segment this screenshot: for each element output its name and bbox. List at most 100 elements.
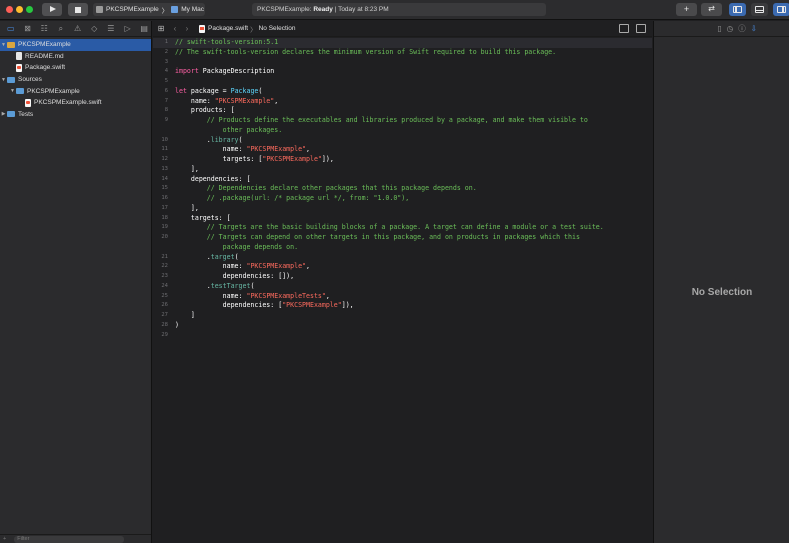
scheme-selector[interactable]: PKCSPMExample 〉 My Mac (93, 3, 205, 16)
disclosure-triangle-icon[interactable]: ▼ (0, 42, 7, 48)
line-number: 2 (164, 48, 168, 55)
toggle-inspector-button[interactable] (773, 3, 789, 16)
project-icon (7, 41, 15, 48)
line-number: 7 (164, 97, 168, 104)
tree-item[interactable]: ▼ PKCSPMExample (0, 85, 151, 97)
tree-item[interactable]: ▶ Tests (0, 109, 151, 121)
source-control-navigator-tab[interactable]: ⊠ (21, 23, 35, 35)
code-text: name: "PKCSPMExample", (175, 145, 310, 155)
history-icon[interactable]: ◷ (727, 24, 734, 33)
add-file-icon[interactable]: + (3, 536, 6, 542)
tree-item[interactable]: ▼ Sources (0, 74, 151, 86)
code-area[interactable]: 1 // swift-tools-version:5.1 2 // The swift… (153, 37, 652, 340)
code-token: . (175, 252, 211, 261)
forward-arrow-icon[interactable]: › (181, 24, 193, 33)
code-line: 22 name: "PKCSPMExample", (153, 262, 652, 272)
stop-button[interactable] (68, 3, 88, 16)
code-token: package = (186, 86, 231, 95)
folder-icon (7, 76, 15, 83)
back-arrow-icon[interactable]: ‹ (169, 24, 181, 33)
code-line: package depends on. (153, 243, 652, 253)
code-token: // Targets are the basic building blocks… (175, 223, 604, 232)
library-button[interactable]: + (676, 3, 697, 16)
jump-bar: ⊞ ‹ › Package.swift 〉 No Selection (153, 21, 652, 37)
code-token: ]), (341, 301, 354, 310)
no-selection-label: No Selection (691, 287, 753, 298)
code-line: 18 targets: [ (153, 214, 652, 224)
code-token: // The swift-tools-version declares the … (175, 47, 557, 56)
code-token: , (325, 291, 330, 300)
code-token: , (274, 96, 279, 105)
code-line: 6 let package = Package( (153, 87, 652, 97)
code-review-button[interactable]: ⇄ (701, 3, 722, 16)
scheme-label: PKCSPMExample (106, 6, 159, 13)
code-line: 19 // Targets are the basic building blo… (153, 223, 652, 233)
report-navigator-tab[interactable]: ▤ (137, 23, 151, 35)
swift-file-icon (16, 63, 22, 72)
add-editor-icon[interactable] (636, 24, 646, 33)
window-toolbar: PKCSPMExample 〉 My Mac PKCSPMExample: Re… (0, 0, 789, 20)
jumpbar-file[interactable]: Package.swift (208, 25, 248, 32)
code-line: 2 // The swift-tools-version declares the… (153, 48, 652, 58)
related-items-icon[interactable]: ⊞ (153, 24, 169, 33)
activity-time: | Today at 8:23 PM (334, 6, 389, 13)
activity-viewer: PKCSPMExample: Ready | Today at 8:23 PM (252, 3, 546, 16)
code-text: ], (175, 165, 199, 175)
disclosure-triangle-icon[interactable]: ▼ (0, 77, 7, 83)
navigator-filter-bar: + Filter (0, 534, 151, 543)
code-line: 14 dependencies: [ (153, 175, 652, 185)
code-token: package depends on. (175, 242, 299, 251)
swift-file-icon (25, 98, 31, 107)
code-token: "PKCSPMExample" (262, 155, 322, 163)
code-line: 23 dependencies: []), (153, 272, 652, 282)
editor-options-icon[interactable] (619, 24, 629, 33)
scheme-icon (96, 6, 103, 13)
line-number: 11 (161, 146, 168, 153)
code-text: // swift-tools-version:5.1 (175, 38, 278, 48)
code-line: 3 (153, 58, 652, 68)
attributes-icon[interactable]: ⇩ (751, 24, 757, 33)
test-navigator-tab[interactable]: ◇ (87, 23, 101, 35)
code-token: "PKCSPMExample" (282, 301, 342, 310)
folder-icon (7, 111, 15, 118)
code-token: , (306, 145, 310, 154)
line-number: 28 (161, 321, 168, 328)
toggle-debug-area-button[interactable] (751, 3, 768, 16)
help-icon[interactable]: ⓘ (738, 23, 746, 34)
disclosure-triangle-icon[interactable]: ▼ (9, 88, 16, 94)
disclosure-triangle-icon[interactable]: ▶ (0, 111, 7, 117)
code-token: ], (175, 203, 199, 212)
code-text: .target( (175, 253, 239, 263)
breakpoint-navigator-tab[interactable]: ▷ (121, 23, 135, 35)
toggle-navigator-button[interactable] (729, 3, 746, 16)
minimize-window-button[interactable] (16, 6, 23, 13)
line-number (153, 126, 175, 136)
line-number: 21 (161, 253, 168, 260)
line-number: 14 (161, 175, 168, 182)
run-button[interactable] (42, 3, 62, 16)
code-token: name: (175, 262, 247, 271)
code-token: name: (175, 96, 215, 105)
tree-item[interactable]: README.md (0, 51, 151, 63)
tree-item[interactable]: Package.swift (0, 62, 151, 74)
zoom-window-button[interactable] (26, 6, 33, 13)
file-inspector-icon[interactable]: ▯ (718, 24, 722, 33)
file-tree: ▼ PKCSPMExample README.md Package.swift ▼ Sou… (0, 37, 151, 120)
code-line: 4 import PackageDescription (153, 67, 652, 77)
issue-navigator-tab[interactable]: ⚠ (71, 23, 85, 35)
symbol-navigator-tab[interactable]: ☷ (37, 23, 51, 35)
tree-item[interactable]: ▼ PKCSPMExample (0, 39, 151, 51)
find-navigator-tab[interactable]: ⌕ (54, 23, 68, 35)
filter-input[interactable]: Filter (14, 535, 125, 543)
project-navigator-tab[interactable]: ▭ (4, 23, 18, 35)
stop-icon (75, 6, 81, 13)
tree-item-label: Package.swift (25, 64, 66, 72)
code-token: ]), (321, 155, 334, 163)
code-text: ] (175, 311, 195, 321)
debug-navigator-tab[interactable]: ☰ (104, 23, 118, 35)
inspector-panel: ▯ ◷ ⓘ ⇩ No Selection (653, 21, 789, 543)
jumpbar-selection[interactable]: No Selection (259, 25, 296, 32)
close-window-button[interactable] (6, 6, 13, 13)
tree-item-label: PKCSPMExample (18, 41, 71, 49)
tree-item[interactable]: PKCSPMExample.swift (0, 97, 151, 109)
